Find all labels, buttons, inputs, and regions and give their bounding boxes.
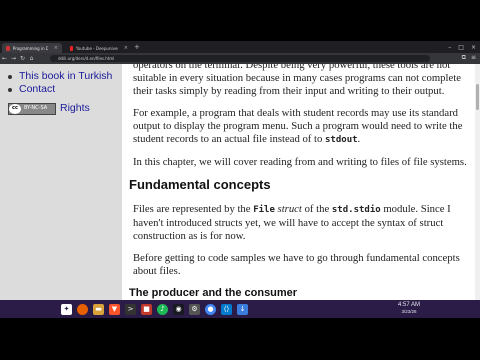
close-window-button[interactable]: × bbox=[471, 43, 476, 52]
menu-icon[interactable]: ≡ bbox=[471, 54, 476, 62]
sidebar-list: This book in Turkish Contact cc BY-NC-SA… bbox=[0, 64, 122, 115]
sidebar-item-rights[interactable]: cc BY-NC-SA Rights bbox=[8, 102, 122, 115]
back-arrow-icon[interactable]: ← bbox=[0, 55, 9, 62]
tab-programming-in-d[interactable]: Programming in D - File × bbox=[2, 43, 62, 53]
scrollbar-thumb[interactable] bbox=[476, 84, 479, 110]
address-bar[interactable]: ddili.org/ders/d.en/files.html bbox=[50, 55, 430, 62]
folder-icon[interactable]: ▬ bbox=[93, 303, 104, 315]
bullet-icon bbox=[8, 87, 12, 92]
heading-producer-consumer: The producer and the consumer bbox=[129, 287, 298, 299]
text: For example, a program that deals with s… bbox=[133, 107, 463, 145]
maximize-button[interactable]: □ bbox=[458, 43, 464, 52]
clock-time: 4:57 AM bbox=[397, 302, 420, 308]
settings-icon[interactable]: ⚙ bbox=[189, 303, 200, 315]
firefox-icon[interactable] bbox=[77, 303, 88, 315]
terminal-icon[interactable]: > bbox=[125, 303, 136, 315]
web-page: This book in Turkish Contact cc BY-NC-SA… bbox=[0, 64, 480, 300]
sidebar-item-label[interactable]: This book in Turkish bbox=[19, 70, 112, 83]
close-tab-icon[interactable]: × bbox=[124, 45, 128, 51]
creative-commons-badge-icon[interactable]: cc BY-NC-SA bbox=[8, 102, 56, 115]
license-badge-text: BY-NC-SA bbox=[24, 105, 48, 111]
forward-arrow-icon[interactable]: → bbox=[9, 55, 18, 62]
youtube-favicon-icon bbox=[70, 45, 73, 51]
code-std-stdio: std.stdio bbox=[331, 205, 381, 215]
tab-label: Programming in D - File bbox=[12, 45, 48, 51]
text: Files are represented by the bbox=[133, 203, 254, 215]
text: . bbox=[357, 133, 361, 145]
app-icon[interactable]: ■ bbox=[141, 303, 152, 315]
cc-logo-icon: cc bbox=[9, 103, 21, 114]
bullet-icon bbox=[8, 74, 12, 79]
tab-youtube[interactable]: Youtube - Deepuniverse - bash+ c... × bbox=[66, 43, 132, 53]
sidebar: This book in Turkish Contact cc BY-NC-SA… bbox=[0, 64, 122, 300]
clock-date: 3/23/26 bbox=[401, 309, 417, 314]
sidebar-item-contact[interactable]: Contact bbox=[8, 83, 122, 96]
tab-label: Youtube - Deepuniverse - bash+ c... bbox=[75, 45, 118, 51]
paragraph-example: For example, a program that deals with s… bbox=[133, 107, 471, 147]
paragraph-before-samples: Before getting to code samples we have t… bbox=[133, 252, 460, 277]
system-clock[interactable]: 4:57 AM 3/23/26 bbox=[398, 301, 420, 315]
download-icon[interactable]: ↓ bbox=[237, 303, 248, 315]
start-icon[interactable]: ✦ bbox=[61, 303, 72, 315]
rights-link[interactable]: Rights bbox=[60, 102, 90, 115]
code-stdout: stdout bbox=[325, 135, 358, 145]
paragraph-terminal: operators on the terminal. Despite being… bbox=[133, 64, 461, 97]
vscode-icon[interactable]: ⟨⟩ bbox=[221, 303, 232, 315]
paragraph-chapter: In this chapter, we will cover reading f… bbox=[133, 156, 467, 168]
toolbar-actions: ⧉ ≡ bbox=[462, 54, 476, 62]
taskbar: ✦ ▬ ▼ > ■ ♪ ◉ ⚙ ● ⟨⟩ ↓ 4:57 AM 3/23/26 bbox=[0, 300, 480, 318]
article-content: operators on the terminal. Despite being… bbox=[129, 64, 471, 300]
letterbox-top bbox=[0, 0, 480, 41]
heading-fundamental-concepts: Fundamental concepts bbox=[129, 177, 271, 192]
extensions-icon[interactable]: ⧉ bbox=[462, 54, 466, 62]
page-scrollbar[interactable] bbox=[475, 64, 480, 300]
sidebar-item-turkish[interactable]: This book in Turkish bbox=[8, 70, 122, 83]
chrome-icon[interactable]: ● bbox=[205, 303, 216, 315]
emphasis-struct: struct bbox=[277, 203, 302, 215]
new-tab-button[interactable]: + bbox=[134, 43, 140, 52]
home-icon[interactable]: ⌂ bbox=[27, 55, 36, 62]
paragraph-files: Files are represented by the File struct… bbox=[133, 203, 471, 243]
brave-icon[interactable]: ▼ bbox=[109, 303, 120, 315]
window-controls: – □ × bbox=[448, 43, 476, 52]
code-file: File bbox=[253, 205, 275, 215]
letterbox-bottom bbox=[0, 318, 480, 360]
browser-toolbar: ← → ↻ ⌂ ddili.org/ders/d.en/files.html ⧉… bbox=[0, 53, 480, 64]
steam-icon[interactable]: ◉ bbox=[173, 303, 184, 315]
reload-icon[interactable]: ↻ bbox=[18, 55, 27, 62]
music-icon[interactable]: ♪ bbox=[157, 303, 168, 315]
tab-favicon-icon bbox=[6, 45, 10, 51]
minimize-button[interactable]: – bbox=[448, 43, 451, 52]
close-tab-icon[interactable]: × bbox=[54, 45, 58, 51]
sidebar-item-label[interactable]: Contact bbox=[19, 83, 55, 96]
tab-strip: Programming in D - File × Youtube - Deep… bbox=[0, 41, 480, 53]
text: of the bbox=[301, 203, 332, 215]
